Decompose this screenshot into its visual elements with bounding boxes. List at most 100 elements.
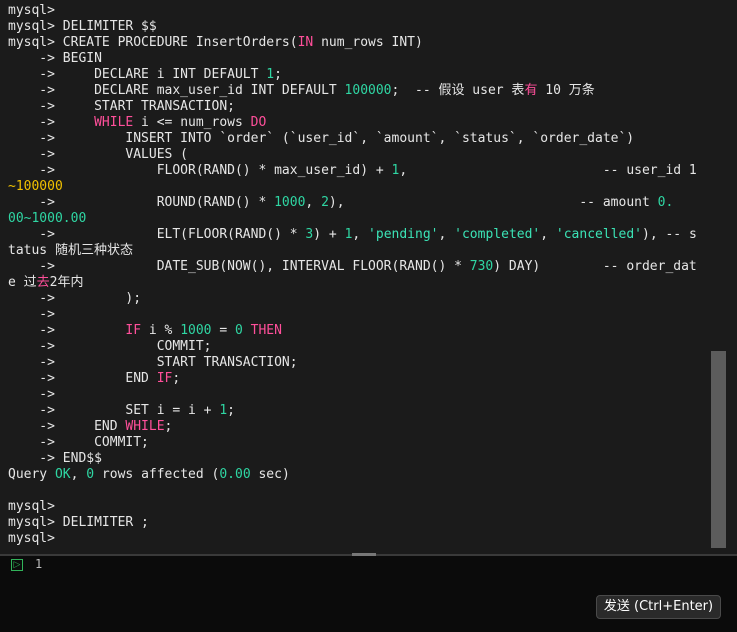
terminal-line: -> COMMIT; bbox=[8, 435, 711, 451]
terminal-text-segment: WHILE bbox=[94, 115, 134, 130]
terminal-text-segment: 0. bbox=[657, 195, 674, 210]
terminal-text-segment: IF bbox=[156, 371, 173, 386]
terminal-text-segment: ; bbox=[274, 67, 282, 82]
terminal-text-segment: -> COMMIT; bbox=[8, 339, 212, 354]
terminal-line: -> FLOOR(RAND() * max_user_id) + 1, -- u… bbox=[8, 163, 711, 179]
terminal-text-segment: -> INSERT INTO `order` (`user_id`, `amou… bbox=[8, 131, 635, 146]
terminal-line: -> SET i = i + 1; bbox=[8, 403, 711, 419]
terminal-text-segment: -> bbox=[8, 387, 55, 402]
terminal-text-segment: DO bbox=[250, 115, 267, 130]
terminal-line: mysql> DELIMITER ; bbox=[8, 515, 711, 531]
terminal-text-segment: 1 bbox=[266, 67, 275, 82]
terminal-text-segment: -> END bbox=[8, 371, 157, 386]
terminal-line: -> START TRANSACTION; bbox=[8, 355, 711, 371]
terminal-text-segment: i % bbox=[141, 323, 181, 338]
terminal-line: -> IF i % 1000 = 0 THEN bbox=[8, 323, 711, 339]
terminal-text-segment: 1000 bbox=[180, 323, 212, 338]
terminal-text-segment: 'completed' bbox=[454, 227, 541, 242]
terminal-text-segment: mysql> bbox=[8, 3, 55, 18]
terminal-text-segment: 'cancelled' bbox=[555, 227, 642, 242]
terminal-text-segment: , bbox=[305, 195, 322, 210]
terminal-text-segment: ) + bbox=[313, 227, 345, 242]
terminal-text-segment: -> bbox=[8, 115, 95, 130]
terminal-line: tatus 随机三种状态 bbox=[8, 243, 711, 259]
input-line-number: 1 bbox=[35, 557, 43, 571]
terminal-text-segment: rows affected ( bbox=[94, 467, 220, 482]
terminal-text-segment: -> START TRANSACTION; bbox=[8, 99, 235, 114]
terminal-text-segment: ; bbox=[227, 403, 235, 418]
terminal-text-segment: 有 bbox=[524, 83, 538, 98]
terminal-line: -> bbox=[8, 307, 711, 323]
terminal-text-segment: 0 bbox=[235, 323, 243, 338]
terminal-line: -> END$$ bbox=[8, 451, 711, 467]
terminal-line: -> DECLARE i INT DEFAULT 1; bbox=[8, 67, 711, 83]
terminal-text-segment: -> COMMIT; bbox=[8, 435, 149, 450]
terminal-text-segment: num_rows INT) bbox=[313, 35, 423, 50]
terminal-text-segment: , bbox=[438, 227, 455, 242]
terminal-text-segment: IF bbox=[125, 323, 142, 338]
terminal-line: -> DECLARE max_user_id INT DEFAULT 10000… bbox=[8, 83, 711, 99]
terminal-text-segment: ), -- s bbox=[642, 227, 697, 242]
terminal-line: -> START TRANSACTION; bbox=[8, 99, 711, 115]
terminal-text-segment: ) DAY) -- order_dat bbox=[493, 259, 697, 274]
terminal-text-segment: THEN bbox=[250, 323, 282, 338]
terminal-text-segment: 100000 bbox=[344, 83, 392, 98]
terminal-text-segment: -> DECLARE i INT DEFAULT bbox=[8, 67, 267, 82]
terminal-text-segment: IN bbox=[297, 35, 314, 50]
send-button[interactable]: 发送 (Ctrl+Enter) bbox=[596, 595, 721, 619]
terminal-line: mysql> bbox=[8, 3, 711, 19]
terminal-text-segment: -> END bbox=[8, 419, 126, 434]
terminal-text-segment: 0 bbox=[86, 467, 95, 482]
terminal-line: -> ELT(FLOOR(RAND() * 3) + 1, 'pending',… bbox=[8, 227, 711, 243]
terminal-text-segment: , bbox=[352, 227, 369, 242]
terminal-text-segment: -> bbox=[8, 323, 126, 338]
terminal-line: e 过去2年内 bbox=[8, 275, 711, 291]
terminal-text-segment: -> DATE_SUB(NOW(), INTERVAL FLOOR(RAND()… bbox=[8, 259, 470, 274]
terminal-prompt-icon: ▷ bbox=[11, 559, 23, 571]
terminal-text-segment: sec) bbox=[250, 467, 290, 482]
terminal-text-segment: ; -- 假设 user 表 bbox=[391, 83, 525, 98]
terminal-text-segment: 2年内 bbox=[49, 275, 84, 290]
terminal-text-segment: -> ); bbox=[8, 291, 142, 306]
terminal-line: mysql> bbox=[8, 531, 711, 547]
terminal-text-segment: -> DECLARE max_user_id INT DEFAULT bbox=[8, 83, 345, 98]
terminal-lines: mysql> mysql> DELIMITER $$ mysql> CREATE P… bbox=[8, 3, 711, 547]
terminal-line: -> END IF; bbox=[8, 371, 711, 387]
terminal-text-segment: ; bbox=[172, 371, 181, 386]
terminal-line: mysql> DELIMITER $$ bbox=[8, 19, 711, 35]
terminal-text-segment: ; bbox=[164, 419, 173, 434]
terminal-line: ~100000 bbox=[8, 179, 711, 195]
terminal-scrollbar-thumb[interactable] bbox=[711, 351, 726, 548]
terminal-text-segment: 00~1000.00 bbox=[8, 211, 87, 226]
terminal-text-segment: OK bbox=[54, 467, 71, 482]
terminal-text-segment: , bbox=[540, 227, 556, 242]
terminal-text-segment: mysql> DELIMITER $$ bbox=[8, 19, 157, 34]
terminal-text-segment: e 过 bbox=[8, 275, 37, 290]
terminal-text-segment: -> BEGIN bbox=[8, 51, 102, 66]
terminal-text-segment: Query bbox=[8, 467, 55, 482]
terminal-line: 00~1000.00 bbox=[8, 211, 711, 227]
terminal-text-segment: i <= num_rows bbox=[133, 115, 251, 130]
terminal-line: -> ROUND(RAND() * 1000, 2), -- amount 0. bbox=[8, 195, 711, 211]
terminal-text-segment: -> VALUES ( bbox=[8, 147, 189, 162]
terminal-text-segment: 0.00 bbox=[219, 467, 251, 482]
terminal-text-segment: ), -- amount bbox=[328, 195, 658, 210]
terminal-text-segment: -> START TRANSACTION; bbox=[8, 355, 298, 370]
terminal-text-segment: -> bbox=[8, 307, 55, 322]
terminal-line: -> BEGIN bbox=[8, 51, 711, 67]
terminal-line: -> DATE_SUB(NOW(), INTERVAL FLOOR(RAND()… bbox=[8, 259, 711, 275]
terminal-line: -> COMMIT; bbox=[8, 339, 711, 355]
command-input-area[interactable]: ▷ 1 发送 (Ctrl+Enter) bbox=[0, 556, 737, 632]
terminal-line: -> END WHILE; bbox=[8, 419, 711, 435]
terminal-text-segment: ~100000 bbox=[8, 179, 63, 194]
terminal-text-segment: -> SET i = i + bbox=[8, 403, 220, 418]
terminal-text-segment: mysql> DELIMITER ; bbox=[8, 515, 149, 530]
terminal-line: mysql> CREATE PROCEDURE InsertOrders(IN … bbox=[8, 35, 711, 51]
terminal-text-segment: 去 bbox=[36, 275, 50, 290]
terminal-text-segment: WHILE bbox=[125, 419, 165, 434]
terminal-output[interactable]: mysql> mysql> DELIMITER $$ mysql> CREATE P… bbox=[0, 0, 737, 554]
terminal-text-segment: 730 bbox=[469, 259, 494, 274]
terminal-text-segment: 2 bbox=[321, 195, 329, 210]
